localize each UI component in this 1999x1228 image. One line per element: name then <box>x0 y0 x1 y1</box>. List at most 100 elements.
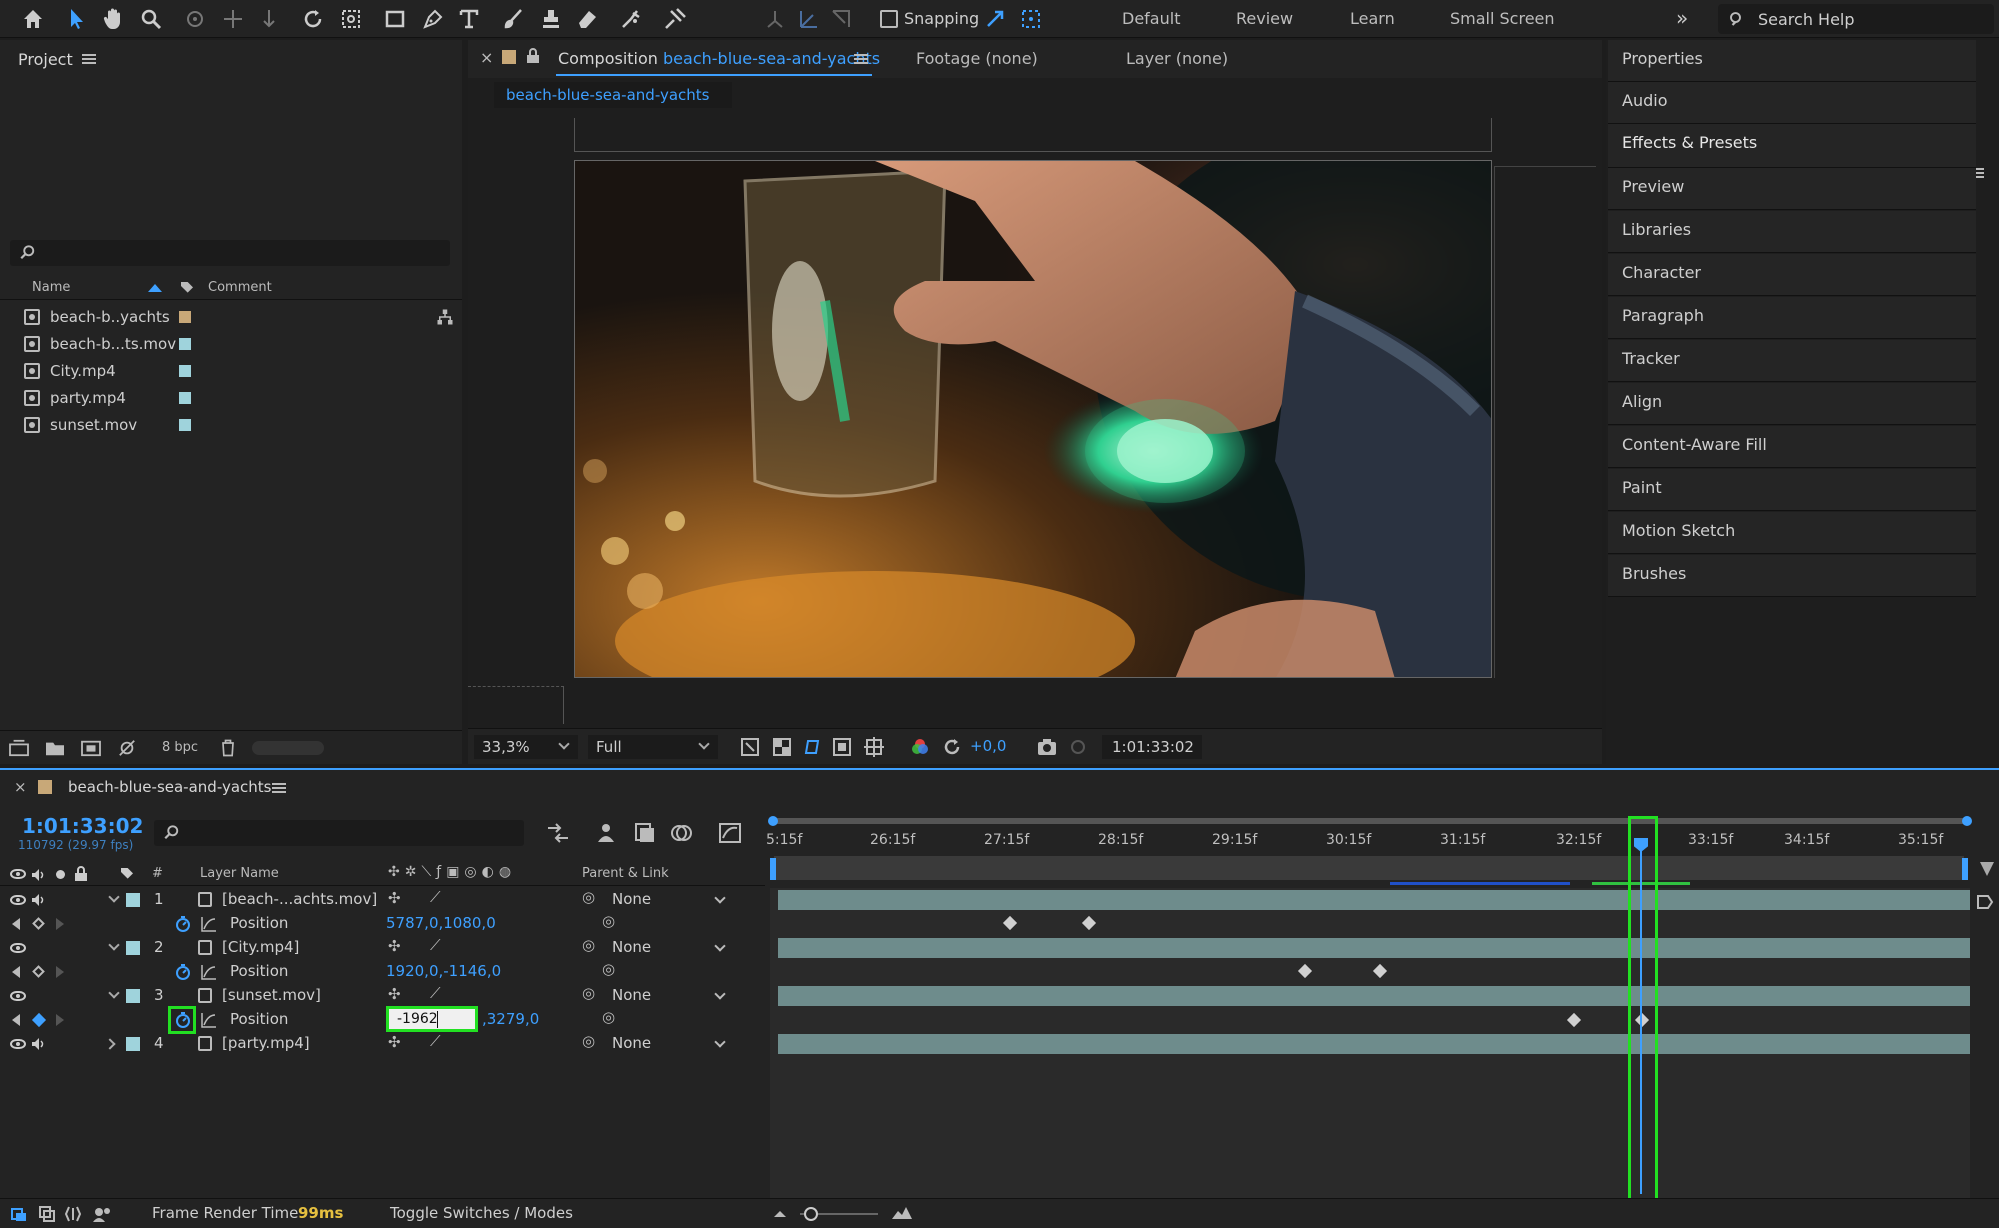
eye-icon[interactable] <box>10 1039 26 1049</box>
position-value[interactable]: 5787,0,1080,0 <box>386 914 496 932</box>
property-row[interactable]: Position -1962 ,3279,0 ◎ <box>0 1006 765 1034</box>
axis-local-icon[interactable] <box>760 4 790 34</box>
position-value[interactable]: 1920,0,-1146,0 <box>386 962 501 980</box>
composition-menu-icon[interactable] <box>854 54 868 64</box>
speaker-icon[interactable] <box>30 892 46 908</box>
work-area-end-marker[interactable] <box>1980 862 1994 876</box>
project-settings-icon[interactable] <box>116 739 138 757</box>
close-timeline-icon[interactable]: × <box>14 778 27 796</box>
tab-layer[interactable]: Layer (none) <box>1126 49 1228 68</box>
property-row[interactable]: Position 5787,0,1080,0 ◎ <box>0 912 765 936</box>
label-swatch[interactable] <box>179 365 191 377</box>
label-swatch[interactable] <box>179 311 191 323</box>
rotation-tool-icon[interactable] <box>298 4 328 34</box>
timeline-timecode[interactable]: 1:01:33:02 <box>22 814 143 838</box>
quality-switch-icon[interactable]: ⟋ <box>430 888 441 906</box>
prev-keyframe-icon[interactable] <box>12 918 20 930</box>
add-keyframe-icon[interactable] <box>32 917 45 930</box>
label-tag-icon[interactable] <box>178 280 196 296</box>
dolly-camera-icon[interactable] <box>254 4 284 34</box>
layer-row[interactable]: 3 [sunset.mov] ✣ ⟋ ◎ None <box>0 984 765 1008</box>
next-keyframe-icon[interactable] <box>56 918 64 930</box>
chevron-right-icon[interactable] <box>104 1038 116 1050</box>
snapshot-camera-icon[interactable] <box>1036 737 1058 757</box>
comp-breadcrumb[interactable]: beach-blue-sea-and-yachts <box>494 82 732 108</box>
layer-name[interactable]: [City.mp4] <box>222 938 299 956</box>
viewer-timecode[interactable]: 1:01:33:02 <box>1102 735 1202 759</box>
pickwhip-icon[interactable]: ◎ <box>602 960 615 978</box>
col-layer-name[interactable]: Layer Name <box>200 866 279 881</box>
project-item-sunset[interactable]: sunset.mov <box>24 412 456 438</box>
orbit-camera-icon[interactable] <box>180 4 210 34</box>
transfer-controls-pane-icon[interactable] <box>38 1205 56 1223</box>
panel-content-aware-fill[interactable]: Content-Aware Fill <box>1608 426 1976 468</box>
pickwhip-icon[interactable]: ◎ <box>582 888 595 906</box>
panel-tracker[interactable]: Tracker <box>1608 340 1976 382</box>
roto-brush-tool-icon[interactable] <box>616 4 646 34</box>
render-time-pane-icon[interactable] <box>92 1205 112 1223</box>
layer-name[interactable]: [beach-...achts.mov] <box>222 890 377 908</box>
work-area-start[interactable] <box>770 858 776 880</box>
zoom-tool-icon[interactable] <box>136 4 166 34</box>
trash-icon[interactable] <box>218 738 238 758</box>
toggle-switches-modes[interactable]: Toggle Switches / Modes <box>390 1204 573 1222</box>
thumbnail-slider[interactable] <box>252 741 324 755</box>
tab-footage[interactable]: Footage (none) <box>916 49 1038 68</box>
workspace-learn[interactable]: Learn <box>1350 9 1395 28</box>
flowchart-icon[interactable] <box>436 308 454 326</box>
layer-name[interactable]: [party.mp4] <box>222 1034 310 1052</box>
eye-icon[interactable] <box>10 943 26 953</box>
selection-tool-icon[interactable] <box>62 4 92 34</box>
parent-dropdown[interactable]: None <box>612 890 732 910</box>
quality-switch-icon[interactable]: ⟋ <box>430 984 441 1002</box>
eraser-tool-icon[interactable] <box>572 4 602 34</box>
snap-edges-icon[interactable] <box>980 4 1010 34</box>
panel-align[interactable]: Align <box>1608 383 1976 425</box>
keyframe-active-icon[interactable] <box>31 1012 47 1028</box>
pickwhip-icon[interactable]: ◎ <box>582 1032 595 1050</box>
hand-tool-icon[interactable] <box>98 4 128 34</box>
parent-dropdown[interactable]: None <box>612 986 732 1006</box>
chevron-down-icon[interactable] <box>108 891 120 903</box>
panel-motion-sketch[interactable]: Motion Sketch <box>1608 512 1976 554</box>
text-tool-icon[interactable] <box>454 4 484 34</box>
show-snapshot-icon[interactable] <box>1068 737 1088 757</box>
in-out-pane-icon[interactable] <box>64 1205 82 1223</box>
time-navigator[interactable] <box>768 814 1972 826</box>
navigator-start-handle[interactable] <box>768 816 778 826</box>
label-swatch[interactable] <box>126 989 140 1003</box>
stopwatch-icon[interactable] <box>174 1011 192 1029</box>
axis-world-icon[interactable] <box>794 4 824 34</box>
next-keyframe-icon[interactable] <box>56 966 64 978</box>
zoom-out-icon[interactable] <box>772 1207 788 1219</box>
layer-bar[interactable] <box>778 1034 1970 1054</box>
lock-icon[interactable] <box>526 48 540 64</box>
comp-marker-bin-icon[interactable] <box>1976 894 1994 910</box>
eye-icon[interactable] <box>10 895 26 905</box>
new-composition-icon[interactable] <box>80 739 102 757</box>
prev-keyframe-icon[interactable] <box>12 1014 20 1026</box>
panel-properties[interactable]: Properties <box>1608 40 1976 82</box>
layer-bar[interactable] <box>778 986 1970 1006</box>
transparency-grid-icon[interactable] <box>772 737 792 757</box>
project-item-city[interactable]: City.mp4 <box>24 358 456 384</box>
parent-dropdown[interactable]: None <box>612 1034 732 1054</box>
timeline-search-input[interactable] <box>154 820 524 846</box>
search-help-box[interactable]: Search Help <box>1718 4 1994 34</box>
close-tab-icon[interactable]: × <box>480 48 493 67</box>
workspace-review[interactable]: Review <box>1236 9 1293 28</box>
next-keyframe-icon[interactable] <box>56 1014 64 1026</box>
rectangle-tool-icon[interactable] <box>380 4 410 34</box>
layer-switches-pane-icon[interactable] <box>10 1205 28 1223</box>
brush-tool-icon[interactable] <box>498 4 528 34</box>
label-swatch[interactable] <box>179 338 191 350</box>
magnification-dropdown[interactable]: 33,3% <box>474 735 578 759</box>
tab-composition[interactable]: Composition beach-blue-sea-and-yachts <box>558 49 880 68</box>
pickwhip-icon[interactable]: ◎ <box>582 984 595 1002</box>
pan-camera-icon[interactable] <box>218 4 248 34</box>
workspace-small-screen[interactable]: Small Screen <box>1450 9 1555 28</box>
layer-name[interactable]: [sunset.mov] <box>222 986 321 1004</box>
puppet-pin-tool-icon[interactable] <box>660 4 690 34</box>
quality-switch-icon[interactable]: ⟋ <box>430 936 441 954</box>
col-comment-header[interactable]: Comment <box>208 280 272 295</box>
